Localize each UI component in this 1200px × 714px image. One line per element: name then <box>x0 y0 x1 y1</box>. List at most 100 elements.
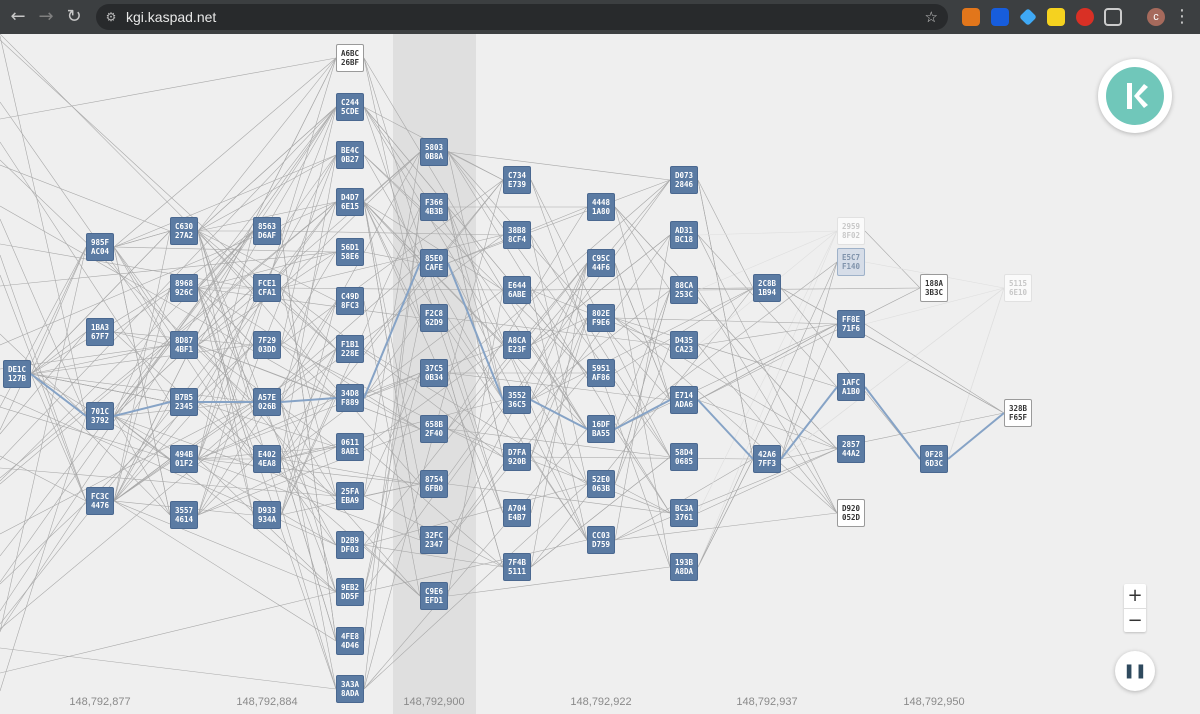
metamask-icon[interactable] <box>962 8 980 26</box>
block-node[interactable]: 0611 8AB1 <box>336 433 364 461</box>
block-node[interactable]: 494B 01F2 <box>170 445 198 473</box>
address-bar[interactable]: ⚙ kgi.kaspad.net ☆ <box>96 4 948 30</box>
block-node[interactable]: 34D8 F889 <box>336 384 364 412</box>
block-node[interactable]: 3A3A 8ADA <box>336 675 364 703</box>
block-node[interactable]: F2C8 62D9 <box>420 304 448 332</box>
block-node[interactable]: 5803 0B8A <box>420 138 448 166</box>
block-node[interactable]: C244 5CDE <box>336 93 364 121</box>
block-node[interactable]: E714 ADA6 <box>670 386 698 414</box>
block-node[interactable]: 8968 926C <box>170 274 198 302</box>
zoom-in-button[interactable]: + <box>1124 584 1146 608</box>
kaspa-logo[interactable] <box>1098 59 1172 133</box>
block-node[interactable]: BE4C 0B27 <box>336 141 364 169</box>
block-node[interactable]: C734 E739 <box>503 166 531 194</box>
parent-edge <box>0 467 337 497</box>
block-node[interactable]: BC3A 3761 <box>670 499 698 527</box>
block-node[interactable]: D073 2846 <box>670 166 698 194</box>
block-node[interactable]: A8CA E23F <box>503 331 531 359</box>
block-node[interactable]: 1AFC A1B0 <box>837 373 865 401</box>
block-node[interactable]: 2C8B 1B94 <box>753 274 781 302</box>
block-node[interactable]: 3552 36C5 <box>503 386 531 414</box>
block-hash-line1: 37C5 <box>424 364 444 373</box>
url-text[interactable]: kgi.kaspad.net <box>126 9 216 25</box>
pause-button[interactable]: ❚❚ <box>1115 651 1155 691</box>
block-node[interactable]: D933 934A <box>253 501 281 529</box>
forward-arrow-icon[interactable]: → <box>32 3 60 31</box>
reload-icon[interactable]: ↻ <box>60 3 88 31</box>
block-node[interactable]: AD31 BC18 <box>670 221 698 249</box>
block-node[interactable]: F1B1 228E <box>336 335 364 363</box>
block-node[interactable]: 8754 6FB0 <box>420 470 448 498</box>
block-node[interactable]: 802E F9E6 <box>587 304 615 332</box>
block-node[interactable]: DE1C 127B <box>3 360 31 388</box>
block-node[interactable]: 85E0 CAFE <box>420 249 448 277</box>
block-node[interactable]: B7B5 2345 <box>170 388 198 416</box>
block-node[interactable]: 3557 4614 <box>170 501 198 529</box>
puzzle-icon[interactable] <box>1104 8 1122 26</box>
gem-icon[interactable] <box>1019 8 1037 26</box>
block-node[interactable]: 985F AC04 <box>86 233 114 261</box>
block-node[interactable]: 1BA3 67F7 <box>86 318 114 346</box>
dollar-icon[interactable] <box>1047 8 1065 26</box>
dag-viewport[interactable]: DE1C 127B 985F AC04 1BA3 67F7 701C 3792 FC3C 4476… <box>0 34 1200 714</box>
block-node[interactable]: FC3C 4476 <box>86 487 114 515</box>
block-node[interactable]: E644 6ABE <box>503 276 531 304</box>
block-node[interactable]: 328B F65F <box>1004 399 1032 427</box>
back-arrow-icon[interactable]: ← <box>4 3 32 31</box>
block-node[interactable]: 38B8 8CF4 <box>503 221 531 249</box>
block-node[interactable]: 56D1 58E6 <box>336 238 364 266</box>
block-node[interactable]: C630 27A2 <box>170 217 198 245</box>
browser-menu-icon[interactable]: ⋮ <box>1168 3 1196 31</box>
zoom-out-button[interactable]: − <box>1124 608 1146 632</box>
block-node[interactable]: CC03 D759 <box>587 526 615 554</box>
block-node[interactable]: 7F29 03DD <box>253 331 281 359</box>
block-node[interactable]: 52E0 063B <box>587 470 615 498</box>
block-node[interactable]: 8563 D6AF <box>253 217 281 245</box>
block-node[interactable]: D7FA 920B <box>503 443 531 471</box>
block-hash-line1: 8968 <box>174 279 194 288</box>
block-node[interactable]: 188A 3B3C <box>920 274 948 302</box>
block-node[interactable]: 5951 AF86 <box>587 359 615 387</box>
block-node[interactable]: 0F28 6D3C <box>920 445 948 473</box>
profile-avatar[interactable]: c <box>1147 8 1165 26</box>
block-node[interactable]: E5C7 F140 <box>837 248 865 276</box>
block-node[interactable]: 658B 2F40 <box>420 415 448 443</box>
block-node[interactable]: C49D 8FC3 <box>336 287 364 315</box>
block-node[interactable]: C9E6 EFD1 <box>420 582 448 610</box>
site-info-icon[interactable]: ⚙ <box>96 10 126 24</box>
shield-icon[interactable] <box>1076 8 1094 26</box>
block-node[interactable]: 193B A8DA <box>670 553 698 581</box>
block-node[interactable]: 25FA EBA9 <box>336 482 364 510</box>
block-node[interactable]: FCE1 CFA1 <box>253 274 281 302</box>
block-node[interactable]: 9EB2 DD5F <box>336 578 364 606</box>
block-node[interactable]: F366 4B3B <box>420 193 448 221</box>
block-node[interactable]: 2857 44A2 <box>837 435 865 463</box>
block-node[interactable]: 5115 6E10 <box>1004 274 1032 302</box>
block-node[interactable]: 32FC 2347 <box>420 526 448 554</box>
bitwarden-icon[interactable] <box>991 8 1009 26</box>
block-node[interactable]: A704 E4B7 <box>503 499 531 527</box>
block-node[interactable]: 2959 8F02 <box>837 217 865 245</box>
block-node[interactable]: 4448 1A80 <box>587 193 615 221</box>
block-node[interactable]: D2B9 DF03 <box>336 531 364 559</box>
block-hash-line1: FCE1 <box>257 279 277 288</box>
block-node[interactable]: 58D4 0685 <box>670 443 698 471</box>
block-node[interactable]: 16DF BA55 <box>587 415 615 443</box>
block-node[interactable]: 88CA 253C <box>670 276 698 304</box>
block-node[interactable]: FF8E 71F6 <box>837 310 865 338</box>
block-node[interactable]: 8D87 4BF1 <box>170 331 198 359</box>
block-node[interactable]: 4FE8 4D46 <box>336 627 364 655</box>
block-node[interactable]: D4D7 6E15 <box>336 188 364 216</box>
block-node[interactable]: D920 052D <box>837 499 865 527</box>
parent-edge <box>614 206 671 401</box>
block-node[interactable]: C95C 44F6 <box>587 249 615 277</box>
block-node[interactable]: D435 CA23 <box>670 331 698 359</box>
block-node[interactable]: E402 4EA8 <box>253 445 281 473</box>
block-node[interactable]: 37C5 0B34 <box>420 359 448 387</box>
block-node[interactable]: A6BC 26BF <box>336 44 364 72</box>
bookmark-star-icon[interactable]: ☆ <box>925 8 938 26</box>
block-node[interactable]: 701C 3792 <box>86 402 114 430</box>
block-node[interactable]: A57E 026B <box>253 388 281 416</box>
block-node[interactable]: 7F4B 5111 <box>503 553 531 581</box>
block-node[interactable]: 42A6 7FF3 <box>753 445 781 473</box>
